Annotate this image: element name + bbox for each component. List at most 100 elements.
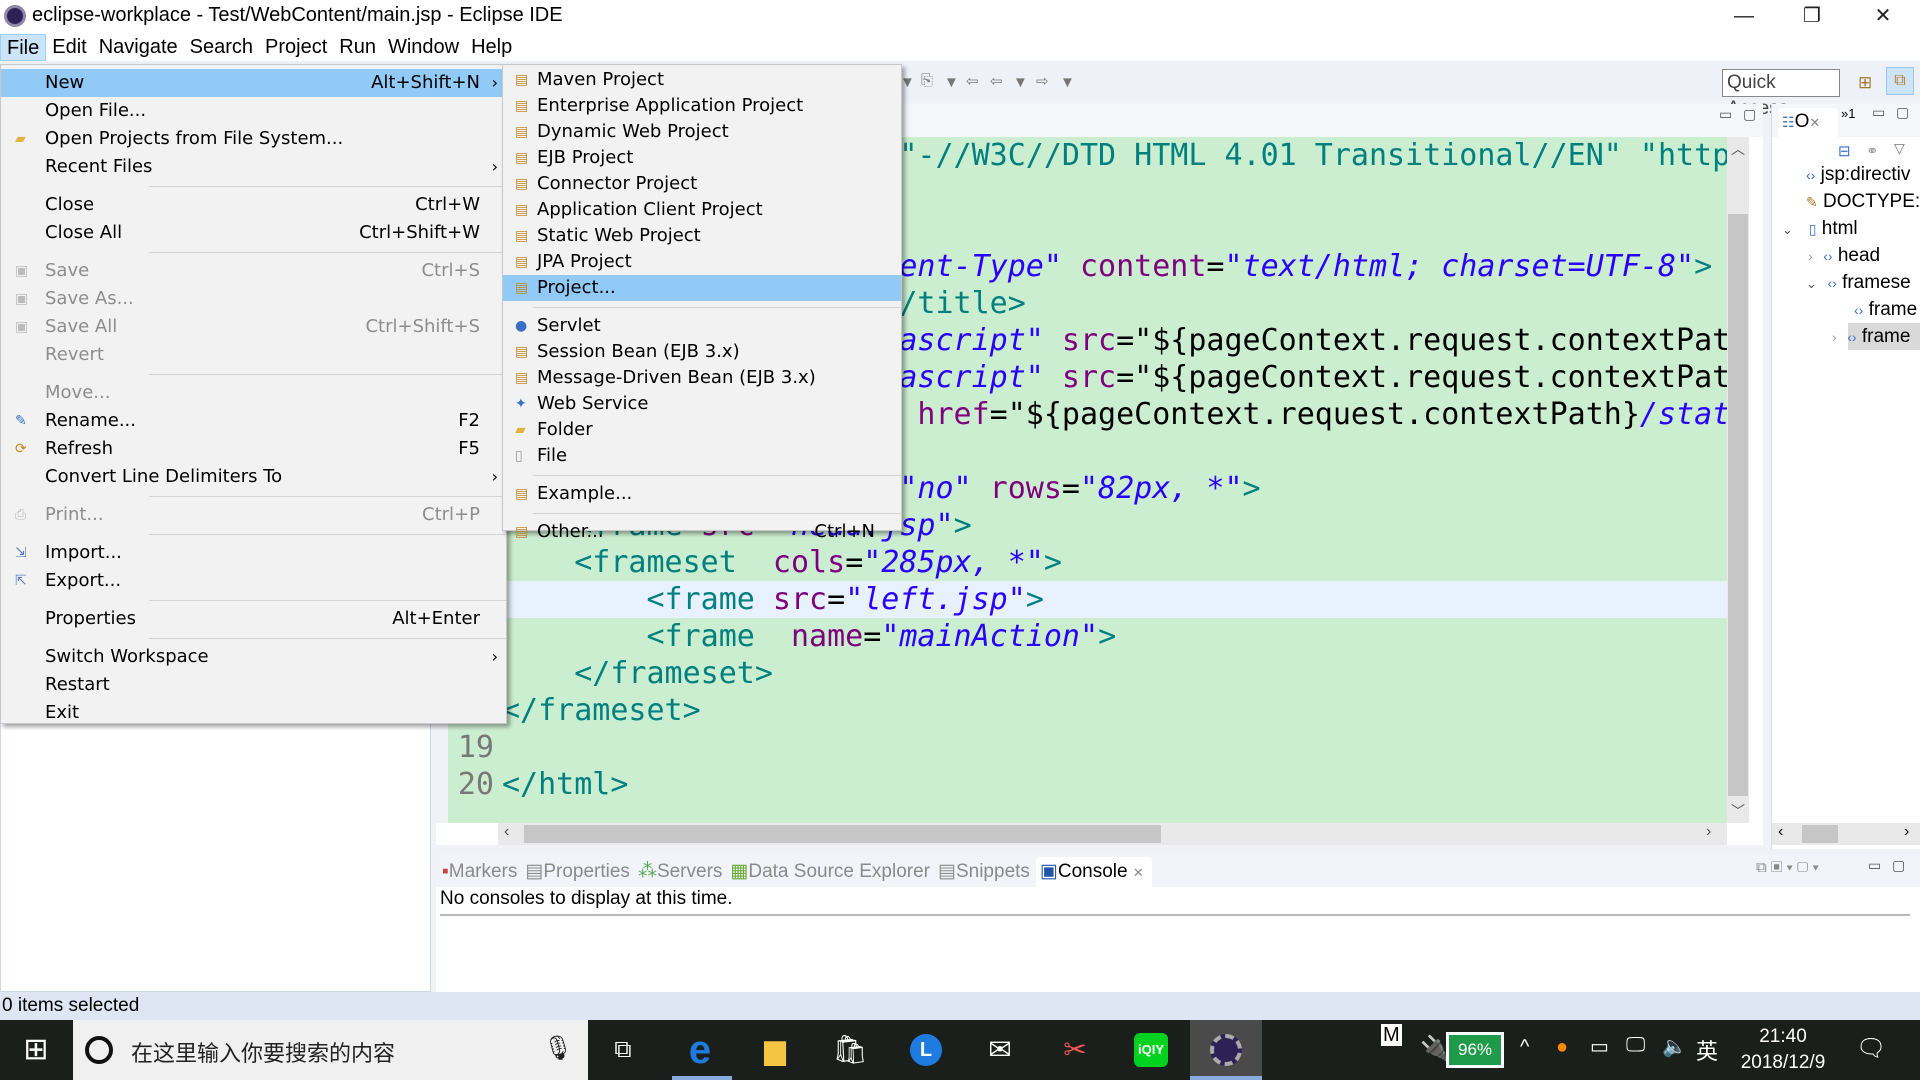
- outline-item[interactable]: › ‹› head: [1808, 242, 1880, 269]
- link-editor-icon[interactable]: ⚭: [1866, 142, 1879, 160]
- menu-item-ejb-project[interactable]: ▤ EJB Project: [503, 145, 901, 171]
- menu-item-project[interactable]: ▤ Project...: [503, 275, 901, 301]
- edge-browser-icon[interactable]: e: [670, 1020, 730, 1080]
- forward-icon[interactable]: ⇨: [1036, 72, 1049, 90]
- menu-item-export[interactable]: ⇱ Export...: [1, 567, 506, 595]
- eclipse-taskbar-button[interactable]: [1190, 1020, 1262, 1080]
- menu-item-close[interactable]: Close Ctrl+W: [1, 191, 506, 219]
- tab-data-source-explorer[interactable]: ▦Data Source Explorer: [728, 860, 936, 887]
- menu-item-import[interactable]: ⇲ Import...: [1, 539, 506, 567]
- outline-item[interactable]: ⌄ ‹› framese: [1806, 269, 1911, 296]
- scroll-left-icon[interactable]: ‹: [504, 823, 509, 841]
- minimize-editor-icon[interactable]: ▭: [1719, 106, 1732, 123]
- menu-item-move[interactable]: Move...: [1, 379, 506, 407]
- cortana-icon[interactable]: [85, 1036, 113, 1064]
- maximize-outline-icon[interactable]: ▢: [1896, 104, 1909, 121]
- menu-item-open-file[interactable]: Open File...: [1, 97, 506, 125]
- clock[interactable]: 21:40 2018/12/9: [1735, 1024, 1831, 1076]
- menu-run[interactable]: Run: [333, 34, 382, 61]
- battery-tray-icon[interactable]: ▭: [1590, 1034, 1609, 1059]
- overflow-tabs-button[interactable]: »1: [1841, 106, 1855, 121]
- vertical-scroll-thumb[interactable]: [1728, 214, 1748, 796]
- tab-markers[interactable]: ▪Markers: [440, 861, 523, 887]
- menu-item-folder[interactable]: ▰ Folder: [503, 417, 901, 443]
- scroll-thumb[interactable]: [1802, 825, 1838, 843]
- outline-horizontal-scrollbar[interactable]: ‹ ›: [1772, 823, 1920, 845]
- menu-item-properties[interactable]: Properties Alt+Enter: [1, 605, 506, 633]
- network-icon[interactable]: 🖵: [1626, 1034, 1645, 1057]
- scroll-right-icon[interactable]: ›: [1706, 823, 1711, 841]
- quick-access-input[interactable]: Quick Access: [1722, 69, 1840, 119]
- menu-item-save[interactable]: ▣ Save Ctrl+S: [1, 257, 506, 285]
- minimize-outline-icon[interactable]: ▭: [1872, 104, 1885, 121]
- menu-item-enterprise-application-project[interactable]: ▤ Enterprise Application Project: [503, 93, 901, 119]
- menu-project[interactable]: Project: [259, 34, 333, 61]
- menu-item-file[interactable]: ▯ File: [503, 443, 901, 469]
- expanded-chevron-icon[interactable]: ⌄: [1782, 222, 1793, 237]
- collapsed-chevron-icon[interactable]: ›: [1832, 329, 1837, 345]
- menu-item-dynamic-web-project[interactable]: ▤ Dynamic Web Project: [503, 119, 901, 145]
- menu-item-open-projects-from-file-system[interactable]: ▰ Open Projects from File System...: [1, 125, 506, 153]
- battery-indicator[interactable]: 96%: [1446, 1032, 1504, 1068]
- scroll-down-icon[interactable]: ﹀: [1731, 801, 1745, 821]
- outline-tab[interactable]: ☷O✕: [1778, 108, 1838, 137]
- menu-item-web-service[interactable]: ✦ Web Service: [503, 391, 901, 417]
- menu-item-print[interactable]: ⎙ Print... Ctrl+P: [1, 501, 506, 529]
- menu-item-refresh[interactable]: ⟳ Refresh F5: [1, 435, 506, 463]
- scroll-up-icon[interactable]: ︿: [1731, 139, 1745, 159]
- menu-item-recent-files[interactable]: Recent Files ›: [1, 153, 506, 181]
- menu-item-close-all[interactable]: Close All Ctrl+Shift+W: [1, 219, 506, 247]
- menu-item-connector-project[interactable]: ▤ Connector Project: [503, 171, 901, 197]
- outline-item[interactable]: ⌄ ▯ html: [1782, 215, 1858, 242]
- menu-file[interactable]: File: [0, 34, 47, 61]
- notification-center-icon[interactable]: 🗨: [1856, 1034, 1886, 1063]
- close-tab-icon[interactable]: ✕: [1809, 115, 1820, 130]
- menu-item-servlet[interactable]: ● Servlet: [503, 313, 901, 339]
- l-app-icon[interactable]: L: [910, 1034, 942, 1066]
- tab-servers[interactable]: ⁂Servers: [636, 860, 728, 887]
- last-edit-icon[interactable]: ⇦: [966, 72, 979, 90]
- menu-search[interactable]: Search: [184, 34, 259, 61]
- tray-app-icon[interactable]: ●: [1556, 1036, 1568, 1059]
- tab-console[interactable]: ▣Console ✕: [1035, 857, 1152, 887]
- menu-item-save-as[interactable]: ▣ Save As...: [1, 285, 506, 313]
- menu-item-static-web-project[interactable]: ▤ Static Web Project: [503, 223, 901, 249]
- dropdown-arrow-icon[interactable]: ▼: [900, 74, 915, 91]
- menu-item-message-driven-bean-ejb-3-x[interactable]: ▤ Message-Driven Bean (EJB 3.x): [503, 365, 901, 391]
- menu-item-convert-line-delimiters-to[interactable]: Convert Line Delimiters To ›: [1, 463, 506, 491]
- menu-item-maven-project[interactable]: ▤ Maven Project: [503, 67, 901, 93]
- expanded-chevron-icon[interactable]: ⌄: [1806, 276, 1817, 291]
- menu-help[interactable]: Help: [465, 34, 518, 61]
- microphone-icon[interactable]: 🎙: [543, 1034, 573, 1063]
- menu-item-restart[interactable]: Restart: [1, 671, 506, 699]
- open-console-icon[interactable]: ⧉ ▣ ▾ ▢ ▾: [1756, 859, 1819, 876]
- menu-item-revert[interactable]: Revert: [1, 341, 506, 369]
- annotation-nav-icon[interactable]: ⎘: [921, 72, 933, 89]
- tab-properties[interactable]: ▤Properties: [523, 860, 636, 887]
- menu-window[interactable]: Window: [382, 34, 465, 61]
- mail-icon[interactable]: ✉: [970, 1020, 1030, 1080]
- minimize-button[interactable]: —: [1710, 0, 1778, 34]
- outline-item-selected[interactable]: › ‹› frame: [1832, 323, 1910, 350]
- taskbar-search-box[interactable]: 在这里输入你要搜索的内容 🎙: [73, 1020, 588, 1080]
- maximize-panel-icon[interactable]: ▢: [1892, 857, 1905, 874]
- collapsed-chevron-icon[interactable]: ›: [1808, 248, 1813, 264]
- menu-item-exit[interactable]: Exit: [1, 699, 506, 727]
- menu-item-application-client-project[interactable]: ▤ Application Client Project: [503, 197, 901, 223]
- close-tab-icon[interactable]: ✕: [1133, 865, 1144, 880]
- scroll-right-icon[interactable]: ›: [1904, 823, 1909, 841]
- menu-item-rename[interactable]: ✎ Rename... F2: [1, 407, 506, 435]
- snipping-tool-icon[interactable]: ✂: [1045, 1020, 1105, 1080]
- jee-perspective-icon[interactable]: ⧉: [1886, 67, 1914, 95]
- volume-icon[interactable]: 🔈: [1662, 1034, 1687, 1059]
- view-menu-icon[interactable]: ▽: [1894, 140, 1905, 157]
- outline-item[interactable]: ‹› frame: [1854, 296, 1917, 323]
- horizontal-scroll-thumb[interactable]: [524, 825, 1161, 843]
- show-hidden-icons-chevron[interactable]: ^: [1520, 1036, 1529, 1059]
- menu-item-jpa-project[interactable]: ▤ JPA Project: [503, 249, 901, 275]
- windows-start-icon[interactable]: ⊞: [6, 1020, 66, 1080]
- minimize-panel-icon[interactable]: ▭: [1868, 857, 1881, 874]
- open-perspective-icon[interactable]: ⊞: [1858, 73, 1872, 93]
- menu-item-save-all[interactable]: ▣ Save All Ctrl+Shift+S: [1, 313, 506, 341]
- dropdown-arrow-icon[interactable]: ▼: [1013, 74, 1028, 91]
